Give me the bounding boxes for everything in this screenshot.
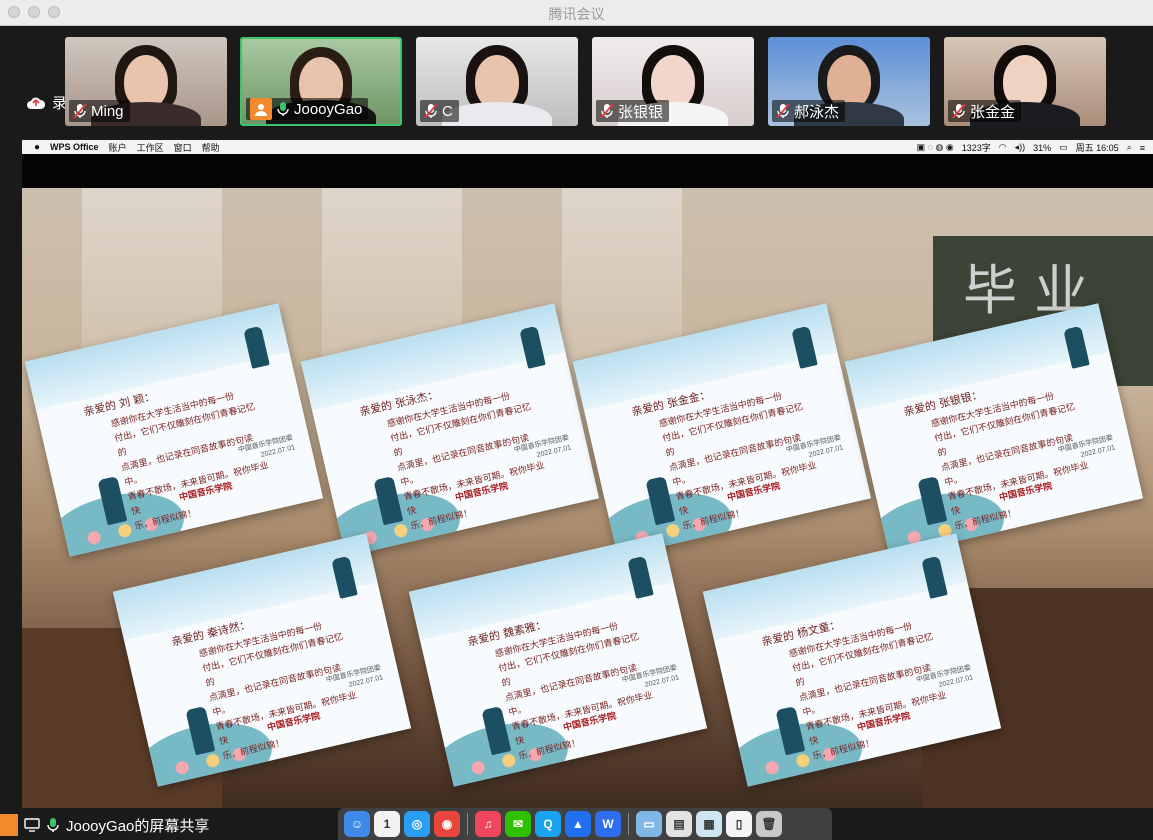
music-icon[interactable]: ♫	[475, 811, 501, 837]
toolbar-band	[22, 154, 1153, 188]
mic-icon	[277, 102, 289, 116]
mic-muted-icon	[776, 103, 790, 119]
participant-tile[interactable]: JoooyGao	[240, 37, 402, 126]
battery-icon: ▭	[1059, 142, 1068, 152]
avatar-icon	[0, 814, 18, 836]
folder-icon[interactable]: ▭	[636, 811, 662, 837]
wechat-icon[interactable]: ✉	[505, 811, 531, 837]
status-icons[interactable]: ▣ ◌ ◍ ◉	[917, 142, 954, 153]
bottom-bar: JoooyGao的屏幕共享 ☺ 1 ◎ ◉ ♫ ✉ Q ▲ W ▭ ▤ ▦ ▯ 🗑	[0, 808, 1153, 840]
safari-icon[interactable]: ◎	[404, 811, 430, 837]
volume-icon[interactable]: ◂))	[1015, 142, 1026, 153]
search-icon[interactable]: ⌕	[1127, 142, 1132, 153]
participant-name: Ming	[91, 102, 124, 120]
participant-nameplate: 郝泳杰	[772, 100, 846, 122]
participant-nameplate: JoooyGao	[246, 98, 369, 120]
participant-name: 张金金	[970, 103, 1016, 121]
trash-icon[interactable]: 🗑	[756, 811, 782, 837]
participant-nameplate: Ming	[69, 100, 130, 122]
presentation-icon[interactable]: ▤	[666, 811, 692, 837]
mac-dock: ☺ 1 ◎ ◉ ♫ ✉ Q ▲ W ▭ ▤ ▦ ▯ 🗑	[338, 808, 832, 840]
wps-icon[interactable]: W	[595, 811, 621, 837]
mic-muted-icon	[600, 103, 614, 119]
mac-menubar: ● WPS Office 账户 工作区 窗口 帮助 ▣ ◌ ◍ ◉ 1323字 …	[22, 140, 1153, 154]
participant-nameplate: 张银银	[596, 100, 670, 122]
participant-tile[interactable]: 郝泳杰	[768, 37, 930, 126]
finder-icon[interactable]: ☺	[344, 811, 370, 837]
menu-item-help[interactable]: 帮助	[202, 141, 220, 154]
calendar-icon[interactable]: 1	[374, 811, 400, 837]
dock-separator	[467, 813, 468, 835]
shared-screen[interactable]: ● WPS Office 账户 工作区 窗口 帮助 ▣ ◌ ◍ ◉ 1323字 …	[22, 140, 1153, 808]
apple-icon[interactable]: ●	[34, 142, 40, 153]
participant-tile[interactable]: 张银银	[592, 37, 754, 126]
cloud-icon	[27, 97, 46, 109]
menubar-app-name[interactable]: WPS Office	[50, 142, 99, 152]
screen-share-indicator[interactable]: JoooyGao的屏幕共享	[0, 814, 209, 836]
participant-nameplate: C	[420, 100, 459, 122]
menu-item-window[interactable]: 窗口	[174, 141, 192, 154]
dock-separator	[628, 813, 629, 835]
mic-icon	[47, 818, 59, 832]
document-icon[interactable]: ▯	[726, 811, 752, 837]
participant-name: C	[442, 102, 453, 120]
participant-name: 张银银	[618, 103, 664, 121]
menu-list-icon[interactable]: ≡	[1140, 143, 1145, 153]
left-gutter	[0, 140, 22, 808]
participant-name: 郝泳杰	[794, 103, 840, 121]
participant-tile[interactable]: C	[416, 37, 578, 126]
chrome-icon[interactable]: ◉	[434, 811, 460, 837]
meeting-icon[interactable]: ▲	[565, 811, 591, 837]
menu-item-workspace[interactable]: 工作区	[137, 141, 164, 154]
participant-name: JoooyGao	[294, 100, 363, 118]
avatar-icon	[250, 98, 272, 120]
battery-level[interactable]: 31%	[1033, 143, 1051, 153]
wifi-icon[interactable]: ◠	[999, 142, 1007, 153]
window-titlebar: 腾讯会议	[0, 0, 1153, 26]
clock[interactable]: 周五 16:05	[1076, 141, 1119, 154]
participant-tile[interactable]: Ming	[65, 37, 227, 126]
mic-muted-icon	[424, 103, 438, 119]
mic-muted-icon	[73, 103, 87, 119]
preview-icon[interactable]: ▦	[696, 811, 722, 837]
word-count: 1323字	[961, 143, 991, 153]
window-title: 腾讯会议	[548, 6, 605, 22]
participant-tile[interactable]: 张金金	[944, 37, 1106, 126]
mic-muted-icon	[952, 103, 966, 119]
qq-icon[interactable]: Q	[535, 811, 561, 837]
menu-item-account[interactable]: 账户	[109, 141, 127, 154]
participant-strip: 录制中 Ming JoooyGao C	[0, 26, 1153, 138]
participant-nameplate: 张金金	[948, 100, 1022, 122]
share-label: JoooyGao的屏幕共享	[66, 817, 210, 835]
screen-share-icon	[24, 818, 40, 832]
